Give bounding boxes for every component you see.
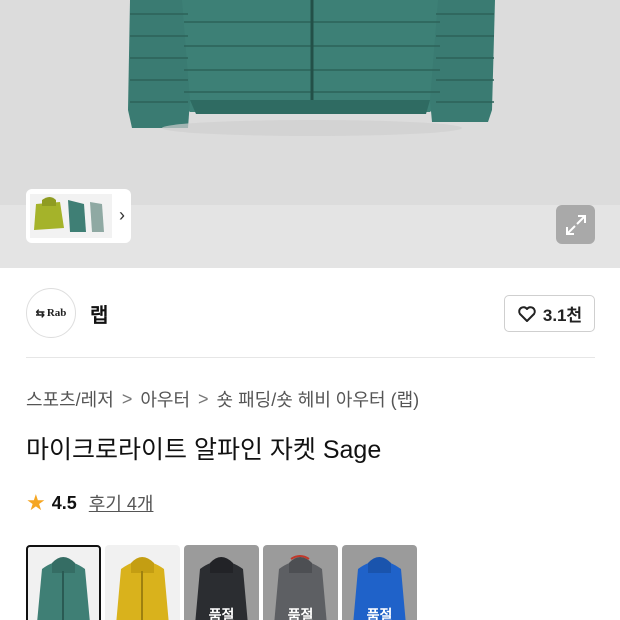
variant-image (116, 557, 169, 620)
rating-score: 4.5 (51, 492, 77, 513)
breadcrumb: 스포츠/레저 > 아우터 > 숏 패딩/숏 헤비 아우터 (랩) (26, 386, 419, 412)
product-image-gallery[interactable]: › (0, 0, 620, 268)
variant-option[interactable]: 품절 (342, 545, 417, 620)
brand-logo-text: Rab (46, 307, 67, 319)
main-product-image (0, 0, 620, 205)
variant-image (37, 557, 90, 620)
expand-image-button[interactable] (556, 205, 595, 244)
star-icon: ★ (26, 490, 46, 515)
variant-option[interactable] (26, 545, 101, 620)
chevron-right-icon[interactable]: › (119, 205, 125, 226)
brand-row: ⇆ Rab 랩 3.1천 (26, 288, 595, 338)
sold-out-label: 품절 (287, 607, 314, 620)
thumbnail-strip[interactable]: › (26, 189, 131, 243)
breadcrumb-item[interactable]: 아우터 (140, 386, 190, 412)
reviews-link[interactable]: 후기 4개 (89, 490, 154, 516)
thumbnail-images (30, 194, 112, 238)
variant-option[interactable]: 품절 (263, 545, 338, 620)
heart-icon (518, 305, 536, 322)
brand-name[interactable]: 랩 (90, 299, 108, 328)
variant-option[interactable]: 품절 (184, 545, 259, 620)
expand-icon (565, 214, 586, 235)
rating: ★ 4.5 후기 4개 (26, 490, 153, 516)
color-variants: 품절 품절 품절 (26, 545, 417, 620)
breadcrumb-item[interactable]: 스포츠/레저 (26, 386, 114, 412)
variant-option[interactable] (105, 545, 180, 620)
sold-out-label: 품절 (366, 607, 393, 620)
chevron-right-icon: > (198, 388, 209, 409)
like-count: 3.1천 (542, 306, 583, 325)
breadcrumb-item[interactable]: 숏 패딩/숏 헤비 아우터 (랩) (217, 386, 420, 412)
brand-logo[interactable]: ⇆ Rab (26, 288, 76, 338)
divider (26, 357, 595, 358)
sold-out-label: 품절 (208, 607, 235, 620)
like-button[interactable]: 3.1천 (504, 295, 595, 332)
product-title: 마이크로라이트 알파인 자켓 Sage (26, 436, 382, 464)
brand-logo-icon: ⇆ (35, 307, 45, 320)
chevron-right-icon: > (121, 388, 133, 409)
